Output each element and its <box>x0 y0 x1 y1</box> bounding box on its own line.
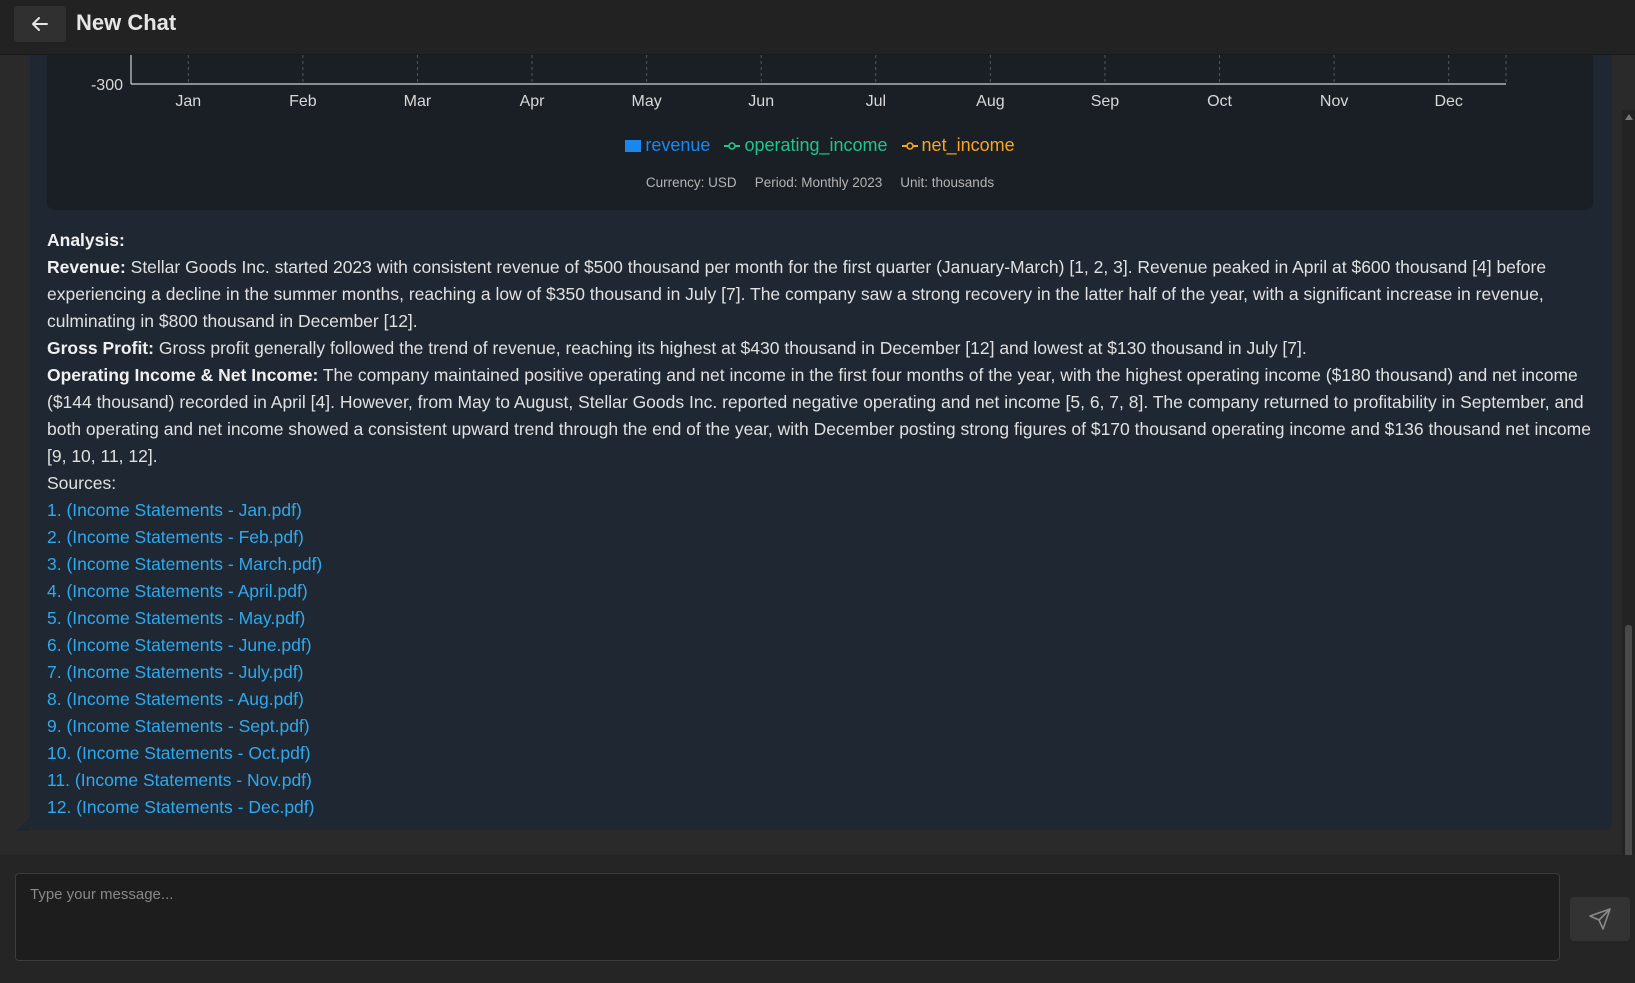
legend-label-revenue: revenue <box>645 135 711 155</box>
source-link[interactable]: 1. (Income Statements - Jan.pdf) <box>47 497 1597 524</box>
top-bar: New Chat <box>0 0 1635 55</box>
line-marker-icon <box>724 141 741 150</box>
x-tick-label: Feb <box>289 93 317 110</box>
source-link[interactable]: 11. (Income Statements - Nov.pdf) <box>47 767 1597 794</box>
y-tick-label: -300 <box>91 77 123 94</box>
composer <box>0 855 1635 983</box>
unit-note: Unit: thousands <box>900 175 995 190</box>
period-note: Period: Monthly 2023 <box>754 175 883 190</box>
send-button[interactable] <box>1570 897 1630 941</box>
revenue-text: Stellar Goods Inc. started 2023 with con… <box>47 257 1547 331</box>
currency-note: Currency: USD <box>645 175 737 190</box>
message-tail <box>16 817 30 831</box>
source-link[interactable]: 4. (Income Statements - April.pdf) <box>47 578 1597 605</box>
legend-swatch-revenue <box>625 139 642 152</box>
analysis-heading: Analysis: <box>47 230 125 250</box>
x-tick-label: Apr <box>520 93 546 110</box>
operating-income-paragraph: Operating Income & Net Income: The compa… <box>47 362 1597 470</box>
source-link[interactable]: 10. (Income Statements - Oct.pdf) <box>47 740 1597 767</box>
source-link[interactable]: 8. (Income Statements - Aug.pdf) <box>47 686 1597 713</box>
source-link[interactable]: 3. (Income Statements - March.pdf) <box>47 551 1597 578</box>
operating-income-label: Operating Income & Net Income: <box>47 365 319 385</box>
gross-profit-text: Gross profit generally followed the tren… <box>153 338 1307 358</box>
line-marker-icon <box>901 141 918 150</box>
scroll-up-icon[interactable] <box>1625 114 1633 120</box>
x-tick-label: Oct <box>1207 93 1232 110</box>
chat-area: -300 Jan Feb Mar Apr May Jun Jul Aug Sep Oct Nov De… <box>0 55 1635 855</box>
x-tick-label: Jan <box>175 93 201 110</box>
legend-item-revenue[interactable]: revenue <box>625 135 710 156</box>
legend-item-operating-income[interactable]: operating_income <box>724 135 888 156</box>
x-tick-label: Mar <box>404 93 432 110</box>
x-tick-label: Jun <box>748 93 774 110</box>
source-link[interactable]: 12. (Income Statements - Dec.pdf) <box>47 794 1597 821</box>
legend-label-net-income: net_income <box>921 135 1015 155</box>
legend-label-operating-income: operating_income <box>744 135 888 155</box>
x-tick-label: Aug <box>976 93 1004 110</box>
x-tick-label: Jul <box>866 93 886 110</box>
x-tick-label: Dec <box>1434 93 1462 110</box>
source-link[interactable]: 2. (Income Statements - Feb.pdf) <box>47 524 1597 551</box>
legend-item-net-income[interactable]: net_income <box>901 135 1015 156</box>
chart-footnote: Currency: USD Period: Monthly 2023 Unit:… <box>47 175 1593 190</box>
source-link[interactable]: 6. (Income Statements - June.pdf) <box>47 632 1597 659</box>
sources-label: Sources: <box>47 473 117 493</box>
scroll-thumb[interactable] <box>1625 625 1632 855</box>
chart-card: -300 Jan Feb Mar Apr May Jun Jul Aug Sep Oct Nov De… <box>47 55 1593 210</box>
x-tick-label: Nov <box>1320 93 1348 110</box>
send-icon <box>1589 908 1611 930</box>
source-link[interactable]: 7. (Income Statements - July.pdf) <box>47 659 1597 686</box>
sources-list: 1. (Income Statements - Jan.pdf) 2. (Inco… <box>47 497 1597 821</box>
analysis-text: Analysis: Revenue: Stellar Goods Inc. st… <box>47 227 1597 821</box>
x-tick-label: Sep <box>1091 93 1120 110</box>
gross-profit-paragraph: Gross Profit: Gross profit generally fol… <box>47 335 1597 362</box>
message-input[interactable] <box>15 873 1560 961</box>
scrollbar[interactable] <box>1622 110 1635 855</box>
gross-profit-label: Gross Profit: <box>47 338 154 358</box>
source-link[interactable]: 9. (Income Statements - Sept.pdf) <box>47 713 1597 740</box>
revenue-paragraph: Revenue: Stellar Goods Inc. started 2023… <box>47 254 1597 335</box>
chat-title: New Chat <box>76 10 177 35</box>
back-button[interactable] <box>14 6 66 42</box>
source-link[interactable]: 5. (Income Statements - May.pdf) <box>47 605 1597 632</box>
revenue-label: Revenue: <box>47 257 126 277</box>
financial-chart: -300 Jan Feb Mar Apr May Jun Jul Aug Sep Oct Nov De… <box>91 55 1507 110</box>
x-tick-label: May <box>632 93 662 110</box>
chart-legend: revenue operating_income net_income <box>47 135 1593 156</box>
arrow-left-icon <box>32 17 48 31</box>
